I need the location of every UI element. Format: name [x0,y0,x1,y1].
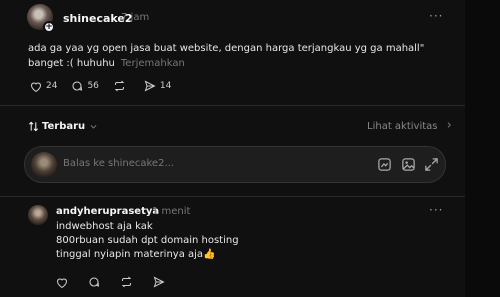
share-count: 14 [159,81,172,91]
heart-icon [30,82,42,92]
comment-button[interactable]: 56 [71,80,99,92]
right-gutter [465,0,500,297]
comment-avatar[interactable] [28,205,48,225]
reply-input[interactable]: Balas ke shinecake2... [63,158,174,169]
post-time: 7 jam [121,12,150,23]
comment-reply-button[interactable] [88,276,104,288]
expand-icon[interactable] [424,157,439,172]
image-icon[interactable] [401,157,416,172]
sort-label: Terbaru [42,121,86,132]
post-more-icon[interactable]: ··· [429,9,443,23]
post-text: ada ga yaa yg open jasa buat website, de… [28,41,453,71]
sort-dropdown[interactable]: Terbaru [28,121,98,132]
comment-text: indwebhost aja kak 800rbuan sudah dpt do… [56,220,239,262]
repost-button[interactable] [113,80,130,92]
chevron-right-icon [447,122,451,128]
post-actions: 24 56 14 [30,80,185,92]
activity-label: Lihat aktivitas [367,121,438,132]
divider [0,105,465,106]
comment-count: 56 [87,81,99,91]
divider [0,196,465,197]
comment-more-icon[interactable]: ··· [429,203,443,217]
heart-icon [56,278,68,288]
post-body: ada ga yaa yg open jasa buat website, de… [28,43,425,69]
comment-repost-button[interactable] [120,276,137,288]
post: + shinecake2 7 jam ··· ada ga yaa yg ope… [0,0,465,105]
like-count: 24 [46,81,58,91]
repost-icon [114,80,125,92]
current-user-avatar [31,152,57,178]
send-icon [153,276,165,288]
view-activity-link[interactable]: Lihat aktivitas [367,121,453,132]
send-icon [144,80,156,92]
comment-icon [73,81,83,91]
thread-panel: + shinecake2 7 jam ··· ada ga yaa yg ope… [0,0,465,297]
comment-username[interactable]: andyheruprasetya [56,206,159,217]
comment-actions [56,276,185,288]
translate-link[interactable]: Terjemahkan [121,58,185,69]
repost-icon [121,276,132,288]
like-button[interactable]: 24 [30,81,57,92]
comment-line: 800rbuan sudah dpt domain hosting [56,235,239,246]
comment-like-button[interactable] [56,277,72,288]
gif-icon[interactable] [377,157,392,172]
reply-box[interactable]: Balas ke shinecake2... [24,146,446,183]
comment-icon [89,277,100,287]
comment-time: 1 menit [152,206,191,217]
share-button[interactable]: 14 [144,80,171,92]
comment-share-button[interactable] [153,276,169,288]
comment-line: tinggal nyiapin materinya aja👍 [56,249,216,260]
sort-arrows-icon [29,121,38,132]
chevron-down-icon [90,125,97,129]
comment-line: indwebhost aja kak [56,221,153,232]
follow-plus-icon[interactable]: + [43,21,55,33]
